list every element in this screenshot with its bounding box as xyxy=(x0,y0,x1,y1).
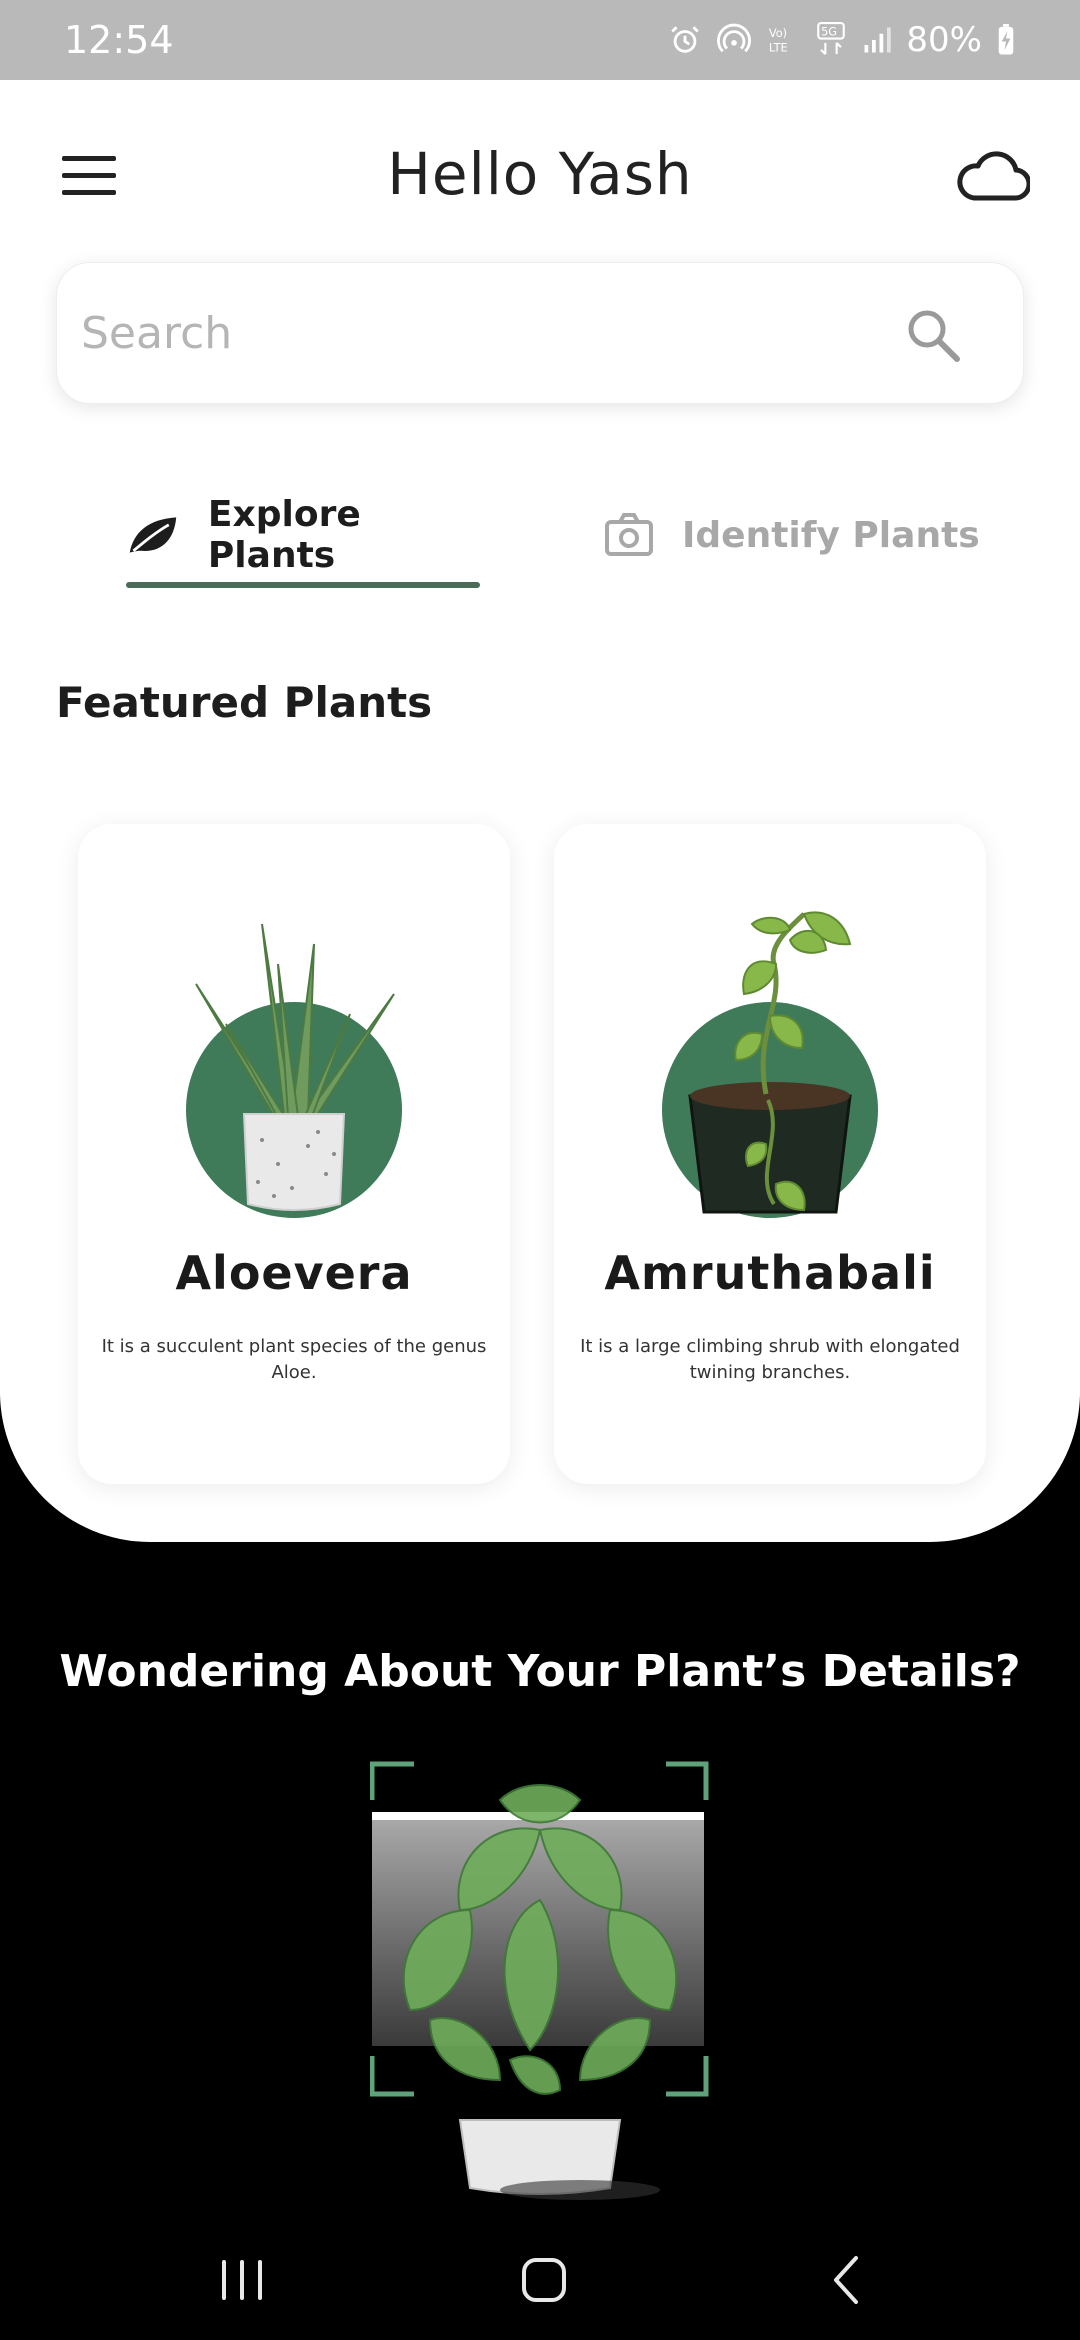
main-sheet: Hello Yash Explore Plants Identify Plant… xyxy=(0,80,1080,1542)
system-nav-bar xyxy=(0,2220,1080,2340)
plant-name: Aloevera xyxy=(175,1246,413,1300)
search-input[interactable] xyxy=(81,283,901,383)
plant-scanner-illustration[interactable] xyxy=(370,1760,710,2200)
cloud-icon[interactable] xyxy=(956,150,1030,202)
plant-description: It is a succulent plant species of the g… xyxy=(101,1336,487,1383)
signal-icon xyxy=(864,27,892,53)
status-icons: Vo) LTE 5G 80% xyxy=(668,20,1016,60)
plant-name: Amruthabali xyxy=(604,1246,936,1300)
aloevera-image xyxy=(186,923,402,1218)
plant-card[interactable]: Aloevera It is a succulent plant species… xyxy=(78,824,510,1484)
recents-icon[interactable] xyxy=(202,2250,282,2310)
camera-icon xyxy=(605,513,653,556)
featured-plants-title: Featured Plants xyxy=(56,678,433,727)
featured-plants-carousel[interactable]: Aloevera It is a succulent plant species… xyxy=(56,800,1024,1562)
svg-text:5G: 5G xyxy=(822,25,838,39)
battery-charging-icon xyxy=(998,24,1014,55)
back-icon[interactable] xyxy=(806,2250,886,2310)
tab-identify-label: Identify Plants xyxy=(682,514,980,556)
plant-description: It is a large climbing shrub with elonga… xyxy=(580,1336,960,1383)
active-tab-indicator xyxy=(126,582,480,588)
battery-percent: 80% xyxy=(906,20,982,60)
svg-text:LTE: LTE xyxy=(769,40,788,54)
tab-explore-label: Explore Plants xyxy=(207,494,361,576)
leaf-icon xyxy=(129,517,177,553)
home-icon[interactable] xyxy=(504,2250,584,2310)
plant-card[interactable]: Amruthabali It is a large climbing shrub… xyxy=(554,824,986,1484)
tab-explore-plants[interactable]: Explore Plants xyxy=(126,480,480,590)
status-bar: 12:54 Vo) LTE 5G 80% xyxy=(0,0,1080,80)
volte-icon: Vo)LTE xyxy=(769,26,788,54)
status-time: 12:54 xyxy=(64,18,174,62)
search-bar xyxy=(56,262,1024,404)
alarm-icon xyxy=(671,26,700,53)
page-title: Hello Yash xyxy=(387,140,693,208)
5g-icon: 5G xyxy=(817,21,846,55)
tab-bar: Explore Plants Identify Plants xyxy=(0,480,1080,590)
search-icon[interactable] xyxy=(905,307,961,363)
amruthabali-image xyxy=(662,911,878,1218)
hotspot-icon xyxy=(717,23,752,53)
identify-cta-title: Wondering About Your Plant’s Details? xyxy=(59,1646,1021,1697)
svg-text:Vo): Vo) xyxy=(769,26,787,40)
tab-identify-plants[interactable]: Identify Plants xyxy=(604,480,1004,590)
